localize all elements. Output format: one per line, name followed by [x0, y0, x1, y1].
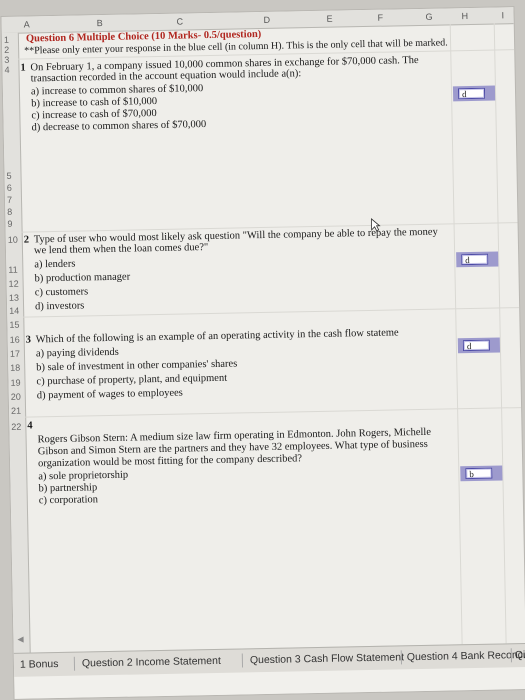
row-number[interactable]: 17: [10, 349, 20, 359]
answer-option: c) purchase of property, plant, and equi…: [36, 372, 228, 388]
row-number[interactable]: 22: [11, 422, 21, 432]
answer-option: c) corporation: [38, 494, 99, 507]
answer-input-q1[interactable]: d: [457, 87, 486, 100]
column-header-f[interactable]: F: [377, 13, 383, 23]
tab-income-statement[interactable]: Question 2 Income Statement: [82, 655, 221, 670]
column-divider: [449, 24, 463, 645]
row-number[interactable]: 20: [11, 392, 21, 402]
answer-option: b) partnership: [38, 482, 98, 495]
question-number: 2: [23, 234, 30, 246]
answer-input-q2[interactable]: d: [461, 253, 489, 266]
row-number[interactable]: 13: [9, 293, 19, 303]
answer-option: d) investors: [34, 300, 85, 313]
column-header-b[interactable]: B: [97, 18, 103, 28]
question-stem: we lend them when the loan comes due?": [33, 242, 209, 257]
answer-input-q3[interactable]: d: [462, 339, 490, 352]
answer-option: a) lenders: [34, 258, 76, 271]
column-divider: [493, 23, 507, 644]
spreadsheet-window: A B C D E F G H I 1 2 3 4 5 6 7 8 9 10 1…: [1, 7, 525, 699]
row-number[interactable]: 16: [10, 335, 20, 345]
row-number[interactable]: 12: [9, 279, 19, 289]
row-number[interactable]: 2: [4, 45, 9, 55]
row-number[interactable]: 8: [7, 207, 12, 217]
row-number[interactable]: 15: [9, 320, 19, 330]
gridline: [23, 307, 520, 318]
column-header-a[interactable]: A: [24, 19, 30, 29]
column-header-d[interactable]: D: [264, 15, 271, 25]
row-number[interactable]: 18: [10, 363, 20, 373]
column-header-i[interactable]: I: [501, 10, 504, 20]
answer-option: d) decrease to common shares of $70,000: [31, 119, 207, 134]
tab-question-5[interactable]: Questi: [515, 649, 525, 662]
scroll-left-arrow-icon[interactable]: ◀: [17, 635, 23, 644]
column-header-c[interactable]: C: [177, 16, 184, 26]
tab-separator: [241, 653, 244, 668]
row-number[interactable]: 21: [11, 406, 21, 416]
row-number[interactable]: 10: [8, 235, 18, 245]
row-number[interactable]: 9: [7, 219, 12, 229]
tab-separator: [73, 656, 76, 671]
question-number: 3: [25, 334, 32, 346]
column-header-h[interactable]: H: [461, 11, 468, 21]
mouse-pointer-icon: [371, 218, 381, 232]
tab-bank-reconciliation[interactable]: Question 4 Bank Reconciliation: [407, 649, 525, 664]
answer-option: c) customers: [34, 286, 89, 299]
row-number[interactable]: 5: [6, 171, 11, 181]
question-number: 4: [27, 420, 33, 432]
row-number[interactable]: 3: [4, 55, 9, 65]
tab-bonus[interactable]: 1 Bonus: [20, 658, 59, 671]
answer-option: a) paying dividends: [35, 346, 119, 360]
tab-cash-flow-statement[interactable]: Question 3 Cash Flow Statement: [250, 651, 404, 666]
row-number[interactable]: 19: [10, 378, 20, 388]
column-header-e[interactable]: E: [326, 14, 332, 24]
question-stem: Which of the following is an example of …: [35, 327, 399, 346]
answer-option: b) sale of investment in other companies…: [36, 358, 238, 374]
column-header-g[interactable]: G: [425, 12, 432, 22]
row-number[interactable]: 1: [4, 35, 9, 45]
answer-option: d) payment of wages to employees: [36, 387, 183, 402]
row-number[interactable]: 7: [7, 195, 12, 205]
row-number[interactable]: 14: [9, 306, 19, 316]
row-number[interactable]: 6: [7, 183, 12, 193]
row-number[interactable]: 11: [8, 265, 18, 275]
question-number: 1: [20, 62, 26, 74]
row-number[interactable]: 4: [4, 65, 9, 75]
answer-option: a) increase to common shares of $10,000: [30, 83, 204, 98]
answer-option: a) sole proprietorship: [38, 469, 129, 483]
answer-option: b) production manager: [34, 271, 131, 285]
answer-input-q4[interactable]: b: [465, 467, 493, 480]
gridline: [25, 407, 522, 418]
